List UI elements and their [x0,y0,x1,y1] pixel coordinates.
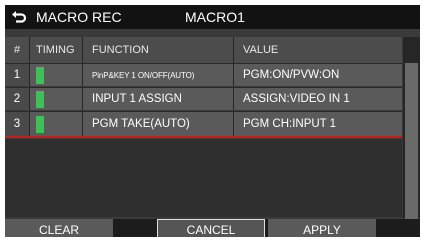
timing-indicator [36,66,44,84]
row-number: 1 [5,64,30,86]
timing-cell[interactable] [30,88,83,110]
cancel-button[interactable]: CANCEL [157,219,265,237]
header-function: FUNCTION [83,37,234,63]
macro-name: MACRO1 [185,9,245,25]
header-timing: TIMING [30,37,83,63]
timing-indicator [36,115,44,133]
header-number: # [5,37,30,63]
title-bar: MACRO REC MACRO1 [5,5,420,29]
table-row-selected[interactable]: 3 PGM TAKE(AUTO) PGM CH:INPUT 1 [5,111,402,138]
table-header: # TIMING FUNCTION VALUE [5,37,402,63]
timing-indicator [36,90,44,108]
value-cell[interactable]: PGM:ON/PVW:ON [234,64,402,86]
function-cell[interactable]: INPUT 1 ASSIGN [83,88,234,110]
scrollbar-thumb[interactable] [405,63,418,219]
value-cell[interactable]: ASSIGN:VIDEO IN 1 [234,88,402,110]
table-row[interactable]: 2 INPUT 1 ASSIGN ASSIGN:VIDEO IN 1 [5,87,402,110]
value-cell[interactable]: PGM CH:INPUT 1 [234,112,402,136]
timing-cell[interactable] [30,112,83,136]
row-number: 2 [5,88,30,110]
macro-rec-screen: MACRO REC MACRO1 # TIMING FUNCTION VALUE… [5,5,420,237]
row-number: 3 [5,112,30,136]
table-empty-area [5,139,402,217]
apply-button[interactable]: APPLY [268,219,376,237]
header-value: VALUE [243,44,279,56]
function-cell[interactable]: PGM TAKE(AUTO) [83,112,234,136]
return-arrow-icon[interactable] [11,9,27,25]
function-cell[interactable]: PinP&KEY 1 ON/OFF(AUTO) [83,64,234,86]
timing-cell[interactable] [30,64,83,86]
clear-button[interactable]: CLEAR [5,219,113,237]
screen-title: MACRO REC [36,9,122,25]
table-row[interactable]: 1 PinP&KEY 1 ON/OFF(AUTO) PGM:ON/PVW:ON [5,63,402,86]
